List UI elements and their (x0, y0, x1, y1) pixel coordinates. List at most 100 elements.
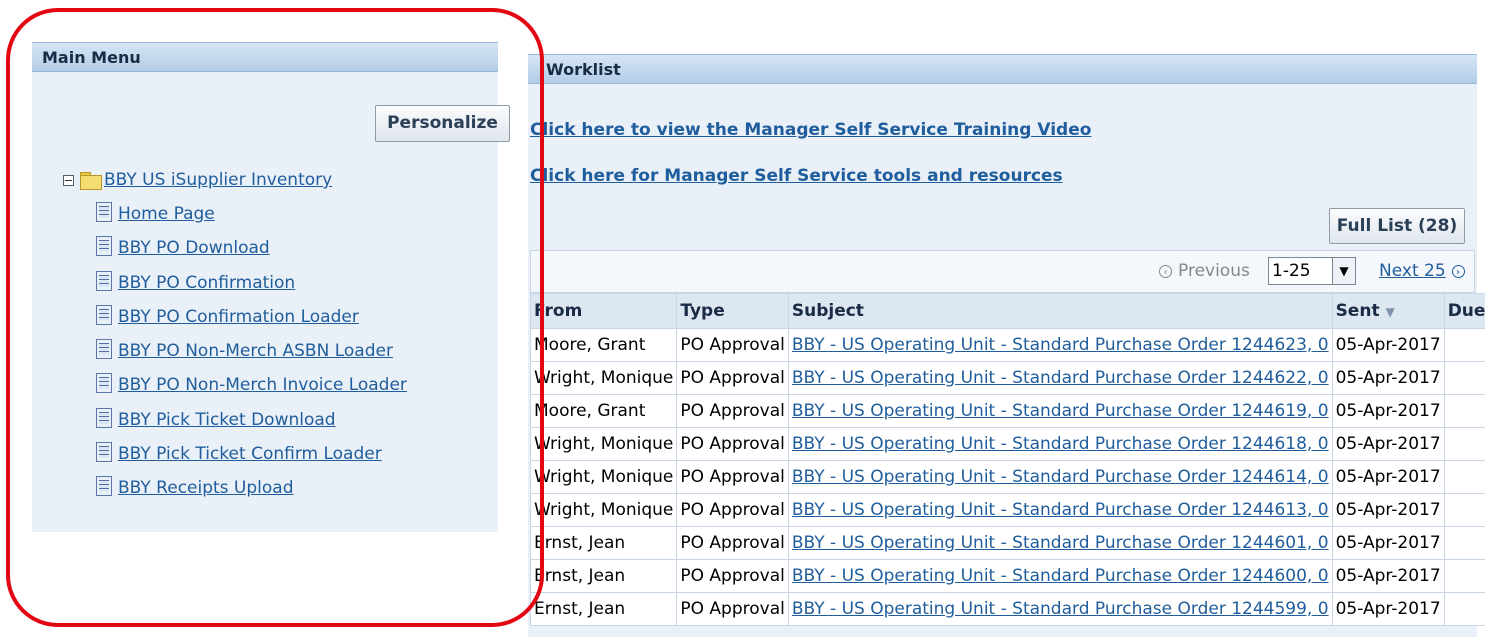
previous-button[interactable]: ‹ Previous (1159, 261, 1250, 281)
column-subject[interactable]: Subject (787, 293, 1333, 329)
menu-item[interactable]: BBY Pick Ticket Confirm Loader (96, 442, 407, 478)
menu-item-link[interactable]: BBY PO Non-Merch ASBN Loader (118, 341, 393, 361)
menu-item[interactable]: Home Page (96, 202, 407, 238)
menu-item-link[interactable]: BBY Pick Ticket Confirm Loader (118, 444, 382, 464)
subject-link[interactable]: BBY - US Operating Unit - Standard Purch… (792, 434, 1329, 454)
table-row: Ernst, Jean PO Approval BBY - US Operating… (529, 526, 1485, 560)
menu-items: Home Page BBY PO Download BBY PO Confirmat… (96, 202, 407, 513)
training-video-link[interactable]: Click here to view the Manager Self Serv… (530, 120, 1091, 140)
cell-from: Moore, Grant (529, 328, 678, 362)
menu-item-link[interactable]: Home Page (118, 204, 215, 224)
menu-item[interactable]: BBY Pick Ticket Download (96, 407, 407, 444)
table-row: Ernst, Jean PO Approval BBY - US Operating… (529, 592, 1485, 626)
cell-sent: 05-Apr-2017 (1331, 394, 1445, 428)
next-label[interactable]: Next 25 (1379, 261, 1446, 281)
subject-link[interactable]: BBY - US Operating Unit - Standard Purch… (792, 467, 1329, 487)
cell-due (1443, 559, 1485, 593)
table-header-row: From Type Subject Sent ▼ Due (529, 293, 1485, 329)
cell-sent: 05-Apr-2017 (1331, 592, 1445, 626)
cell-subject: BBY - US Operating Unit - Standard Purch… (787, 526, 1333, 560)
range-select[interactable]: 1-25 ▼ (1268, 257, 1356, 285)
cell-due (1443, 493, 1485, 527)
document-icon (96, 407, 112, 428)
cell-subject: BBY - US Operating Unit - Standard Purch… (787, 493, 1333, 527)
menu-root-link[interactable]: BBY US iSupplier Inventory (104, 170, 332, 190)
worklist-table: From Type Subject Sent ▼ Due Moore, Gran… (529, 293, 1485, 626)
personalize-button[interactable]: Personalize (375, 105, 510, 142)
menu-tree-root[interactable]: BBY US iSupplier Inventory (63, 170, 332, 190)
menu-item-link[interactable]: BBY Pick Ticket Download (118, 410, 336, 430)
cell-sent: 05-Apr-2017 (1331, 559, 1445, 593)
next-arrow-icon[interactable]: › (1451, 264, 1465, 278)
previous-label: Previous (1178, 261, 1250, 281)
cell-due (1443, 460, 1485, 494)
cell-due (1443, 592, 1485, 626)
table-row: Moore, Grant PO Approval BBY - US Operatin… (529, 394, 1485, 428)
cell-sent: 05-Apr-2017 (1331, 328, 1445, 362)
folder-icon (80, 171, 102, 190)
full-list-button[interactable]: Full List (28) (1329, 208, 1465, 244)
table-row: Wright, Monique PO Approval BBY - US Opera… (529, 427, 1485, 461)
cell-subject: BBY - US Operating Unit - Standard Purch… (787, 427, 1333, 461)
cell-type: PO Approval (676, 592, 789, 626)
cell-type: PO Approval (676, 493, 789, 527)
cell-subject: BBY - US Operating Unit - Standard Purch… (787, 361, 1333, 395)
column-type[interactable]: Type (676, 293, 789, 329)
cell-from: Ernst, Jean (529, 592, 678, 626)
worklist-panel: Worklist Click here to view the Manager … (528, 54, 1485, 637)
dropdown-arrow-icon[interactable]: ▼ (1332, 258, 1355, 284)
subject-link[interactable]: BBY - US Operating Unit - Standard Purch… (792, 599, 1329, 619)
cell-type: PO Approval (676, 361, 789, 395)
menu-item[interactable]: BBY PO Confirmation (96, 270, 407, 307)
next-button[interactable]: Next 25 › (1379, 261, 1465, 281)
cell-due (1443, 328, 1485, 362)
cell-from: Wright, Monique (529, 427, 678, 461)
table-row: Wright, Monique PO Approval BBY - US Opera… (529, 361, 1485, 395)
main-menu-title: Main Menu (32, 42, 498, 72)
cell-sent: 05-Apr-2017 (1331, 526, 1445, 560)
menu-item-link[interactable]: BBY PO Non-Merch Invoice Loader (118, 375, 407, 395)
subject-link[interactable]: BBY - US Operating Unit - Standard Purch… (792, 401, 1329, 421)
cell-type: PO Approval (676, 460, 789, 494)
column-sent-label: Sent (1335, 301, 1380, 321)
column-sent[interactable]: Sent ▼ (1331, 293, 1445, 329)
menu-item-link[interactable]: BBY Receipts Upload (118, 478, 294, 498)
column-due[interactable]: Due (1443, 293, 1485, 329)
main-menu-panel: Main Menu Personalize BBY US iSupplier I… (32, 42, 510, 532)
table-row: Wright, Monique PO Approval BBY - US Opera… (529, 493, 1485, 527)
menu-item[interactable]: BBY PO Non-Merch ASBN Loader (96, 339, 407, 375)
cell-type: PO Approval (676, 394, 789, 428)
menu-item[interactable]: BBY PO Download (96, 236, 407, 272)
tools-resources-link[interactable]: Click here for Manager Self Service tool… (530, 166, 1063, 186)
subject-link[interactable]: BBY - US Operating Unit - Standard Purch… (792, 533, 1329, 553)
table-row: Wright, Monique PO Approval BBY - US Opera… (529, 460, 1485, 494)
worklist-navigation: ‹ Previous 1-25 ▼ Next 25 › (530, 250, 1475, 293)
subject-link[interactable]: BBY - US Operating Unit - Standard Purch… (792, 368, 1329, 388)
menu-item-link[interactable]: BBY PO Download (118, 238, 270, 258)
cell-type: PO Approval (676, 328, 789, 362)
subject-link[interactable]: BBY - US Operating Unit - Standard Purch… (792, 335, 1329, 355)
cell-subject: BBY - US Operating Unit - Standard Purch… (787, 592, 1333, 626)
cell-due (1443, 394, 1485, 428)
worklist-rows: Moore, Grant PO Approval BBY - US Operatin… (529, 328, 1485, 626)
menu-item-link[interactable]: BBY PO Confirmation Loader (118, 307, 359, 327)
cell-due (1443, 361, 1485, 395)
subject-link[interactable]: BBY - US Operating Unit - Standard Purch… (792, 500, 1329, 520)
menu-item[interactable]: BBY PO Non-Merch Invoice Loader (96, 373, 407, 409)
menu-item[interactable]: BBY Receipts Upload (96, 476, 407, 512)
cell-due (1443, 427, 1485, 461)
table-row: Ernst, Jean PO Approval BBY - US Operating… (529, 559, 1485, 593)
cell-type: PO Approval (676, 427, 789, 461)
subject-link[interactable]: BBY - US Operating Unit - Standard Purch… (792, 566, 1329, 586)
cell-subject: BBY - US Operating Unit - Standard Purch… (787, 328, 1333, 362)
document-icon (96, 373, 112, 394)
menu-item[interactable]: BBY PO Confirmation Loader (96, 304, 407, 341)
document-icon (96, 442, 112, 463)
collapse-icon[interactable] (63, 174, 74, 186)
column-from[interactable]: From (529, 293, 678, 329)
cell-from: Wright, Monique (529, 460, 678, 494)
cell-sent: 05-Apr-2017 (1331, 493, 1445, 527)
menu-item-link[interactable]: BBY PO Confirmation (118, 273, 295, 293)
cell-subject: BBY - US Operating Unit - Standard Purch… (787, 460, 1333, 494)
cell-sent: 05-Apr-2017 (1331, 361, 1445, 395)
